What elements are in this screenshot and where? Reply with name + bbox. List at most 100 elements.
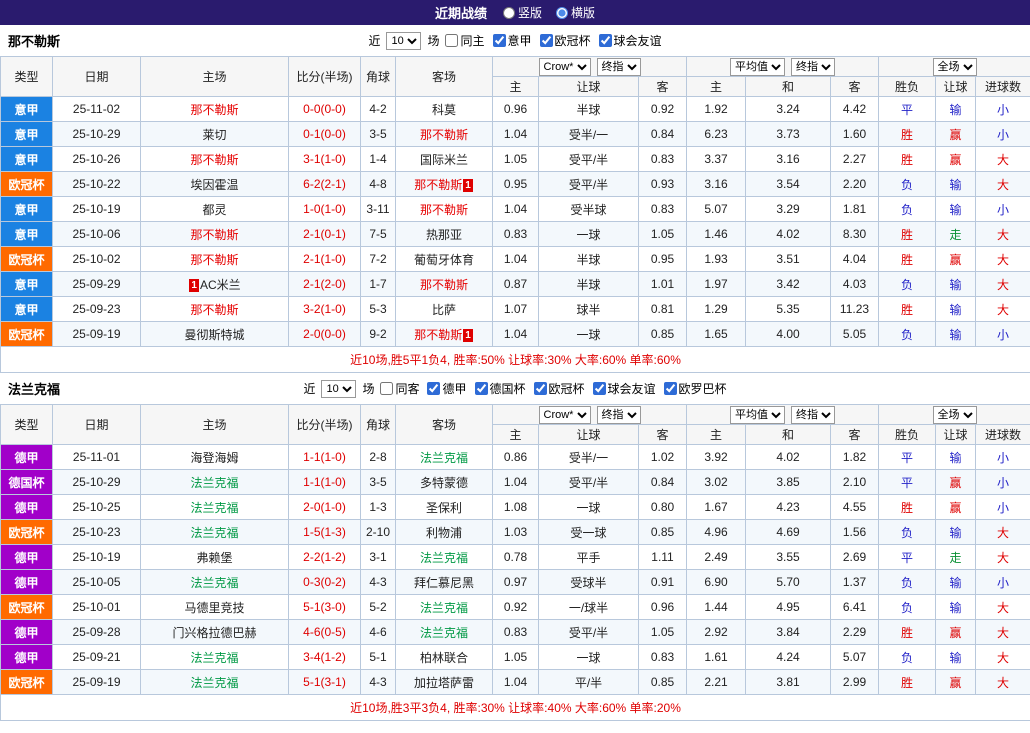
away-team-name[interactable]: 国际米兰 [420, 153, 468, 167]
home-team-name[interactable]: 莱切 [202, 128, 226, 142]
score-cell[interactable]: 5-1(3-0) [288, 594, 361, 620]
filter-checkbox[interactable] [533, 382, 547, 395]
home-team-name[interactable]: 法兰克福 [190, 676, 238, 690]
filter-checkbox[interactable] [539, 34, 553, 47]
score-cell[interactable]: 4-6(0-5) [288, 619, 361, 645]
filter-checkbox-item[interactable]: 德甲 [427, 380, 467, 397]
away-team-name[interactable]: 那不勒斯 [420, 128, 468, 142]
score-cell[interactable]: 1-1(1-0) [288, 444, 361, 470]
home-team-name[interactable]: 那不勒斯 [190, 228, 238, 242]
filter-checkbox-item[interactable]: 同客 [380, 380, 419, 397]
home-team-name[interactable]: 那不勒斯 [190, 253, 238, 267]
home-team-name[interactable]: 马德里竞技 [184, 601, 244, 615]
filter-checkbox[interactable] [427, 382, 441, 395]
handicap-result-cell: 输 [935, 569, 976, 595]
odds-kind-select[interactable]: 终指 [596, 57, 641, 76]
home-team-name[interactable]: 那不勒斯 [190, 153, 238, 167]
home-team-name[interactable]: 法兰克福 [190, 526, 238, 540]
score-cell[interactable]: 1-0(1-0) [288, 196, 361, 222]
filter-checkbox[interactable] [474, 382, 488, 395]
filter-checkbox-item[interactable]: 德国杯 [474, 380, 526, 397]
away-team-name[interactable]: 多特蒙德 [420, 476, 468, 490]
home-team-name[interactable]: AC米兰 [200, 278, 241, 292]
score-cell[interactable]: 2-1(1-0) [288, 246, 361, 272]
away-team-name[interactable]: 利物浦 [426, 526, 462, 540]
odds-source-select[interactable]: Crow* [538, 405, 591, 424]
filter-checkbox-item[interactable]: 球会友谊 [598, 32, 662, 49]
score-cell[interactable]: 6-2(2-1) [288, 171, 361, 197]
filter-checkbox[interactable] [663, 382, 677, 395]
home-team-name[interactable]: 法兰克福 [190, 476, 238, 490]
away-team-name[interactable]: 加拉塔萨雷 [414, 676, 474, 690]
avg-source-select[interactable]: 平均值 [730, 405, 785, 424]
away-team-name[interactable]: 那不勒斯 [420, 203, 468, 217]
avg-kind-select[interactable]: 终指 [791, 57, 835, 76]
away-team-name[interactable]: 那不勒斯 [420, 278, 468, 292]
score-cell[interactable]: 2-0(1-0) [288, 494, 361, 520]
away-team-name[interactable]: 圣保利 [426, 501, 462, 515]
home-team-name[interactable]: 埃因霍温 [190, 178, 238, 192]
score-cell[interactable]: 1-5(1-3) [288, 519, 361, 545]
filter-checkbox[interactable] [598, 34, 612, 47]
filter-checkbox-item[interactable]: 欧冠杯 [533, 380, 585, 397]
score-cell[interactable]: 2-0(0-0) [288, 321, 361, 347]
away-team-name[interactable]: 那不勒斯 [414, 328, 462, 342]
away-team-name[interactable]: 拜仁慕尼黑 [414, 576, 474, 590]
avg-kind-select[interactable]: 终指 [791, 405, 835, 424]
score-cell[interactable]: 3-2(1-0) [288, 296, 361, 322]
home-team-name[interactable]: 弗赖堡 [196, 551, 232, 565]
score-cell[interactable]: 2-1(0-1) [288, 221, 361, 247]
filter-checkbox[interactable] [592, 382, 606, 395]
away-team-name[interactable]: 柏林联合 [420, 651, 468, 665]
away-team-name[interactable]: 那不勒斯 [414, 178, 462, 192]
away-team-name[interactable]: 葡萄牙体育 [414, 253, 474, 267]
score-cell[interactable]: 0-1(0-0) [288, 121, 361, 147]
away-team-name[interactable]: 比萨 [432, 303, 456, 317]
home-team-name[interactable]: 法兰克福 [190, 501, 238, 515]
layout-radio-input[interactable] [556, 6, 568, 19]
score-cell[interactable]: 1-1(1-0) [288, 469, 361, 495]
score-cell[interactable]: 0-3(0-2) [288, 569, 361, 595]
home-team-name[interactable]: 那不勒斯 [190, 103, 238, 117]
score-cell[interactable]: 3-4(1-2) [288, 644, 361, 670]
filter-checkbox-item[interactable]: 意甲 [492, 32, 532, 49]
header-handicap-result: 让球 [935, 76, 976, 97]
score-cell[interactable]: 2-2(1-2) [288, 544, 361, 570]
away-team-cell: 柏林联合 [395, 644, 493, 670]
layout-radio-0[interactable]: 竖版 [502, 4, 542, 21]
away-team-name[interactable]: 热那亚 [426, 228, 462, 242]
home-team-name[interactable]: 法兰克福 [190, 576, 238, 590]
home-team-name[interactable]: 门兴格拉德巴赫 [172, 626, 256, 640]
filter-checkbox[interactable] [445, 34, 459, 47]
filter-checkbox-item[interactable]: 同主 [445, 32, 485, 49]
score-cell[interactable]: 5-1(3-1) [288, 669, 361, 695]
filter-checkbox[interactable] [380, 382, 394, 395]
away-team-name[interactable]: 法兰克福 [420, 451, 468, 465]
games-count-select[interactable]: 10 [321, 379, 357, 398]
scope-select[interactable]: 全场 [932, 405, 977, 424]
odds-kind-select[interactable]: 终指 [596, 405, 641, 424]
home-team-name[interactable]: 曼彻斯特城 [184, 328, 244, 342]
filter-checkbox-item[interactable]: 球会友谊 [592, 380, 656, 397]
score-cell[interactable]: 2-1(2-0) [288, 271, 361, 297]
score-cell[interactable]: 0-0(0-0) [288, 96, 361, 122]
odds-source-select[interactable]: Crow* [538, 57, 591, 76]
games-count-select[interactable]: 10 [386, 31, 422, 50]
filter-checkbox[interactable] [492, 34, 506, 47]
score-cell[interactable]: 3-1(1-0) [288, 146, 361, 172]
away-team-name[interactable]: 法兰克福 [420, 551, 468, 565]
filter-checkbox-item[interactable]: 欧罗巴杯 [663, 380, 727, 397]
home-odds-cell: 0.95 [492, 171, 539, 197]
away-team-name[interactable]: 法兰克福 [420, 601, 468, 615]
layout-radio-1[interactable]: 横版 [556, 4, 595, 21]
home-team-name[interactable]: 海登海姆 [190, 451, 238, 465]
layout-radio-input[interactable] [502, 6, 515, 19]
home-team-name[interactable]: 都灵 [202, 203, 226, 217]
away-team-name[interactable]: 科莫 [432, 103, 456, 117]
scope-select[interactable]: 全场 [932, 57, 977, 76]
avg-source-select[interactable]: 平均值 [730, 57, 785, 76]
away-team-name[interactable]: 法兰克福 [420, 626, 468, 640]
home-team-name[interactable]: 法兰克福 [190, 651, 238, 665]
home-team-name[interactable]: 那不勒斯 [190, 303, 238, 317]
filter-checkbox-item[interactable]: 欧冠杯 [539, 32, 591, 49]
